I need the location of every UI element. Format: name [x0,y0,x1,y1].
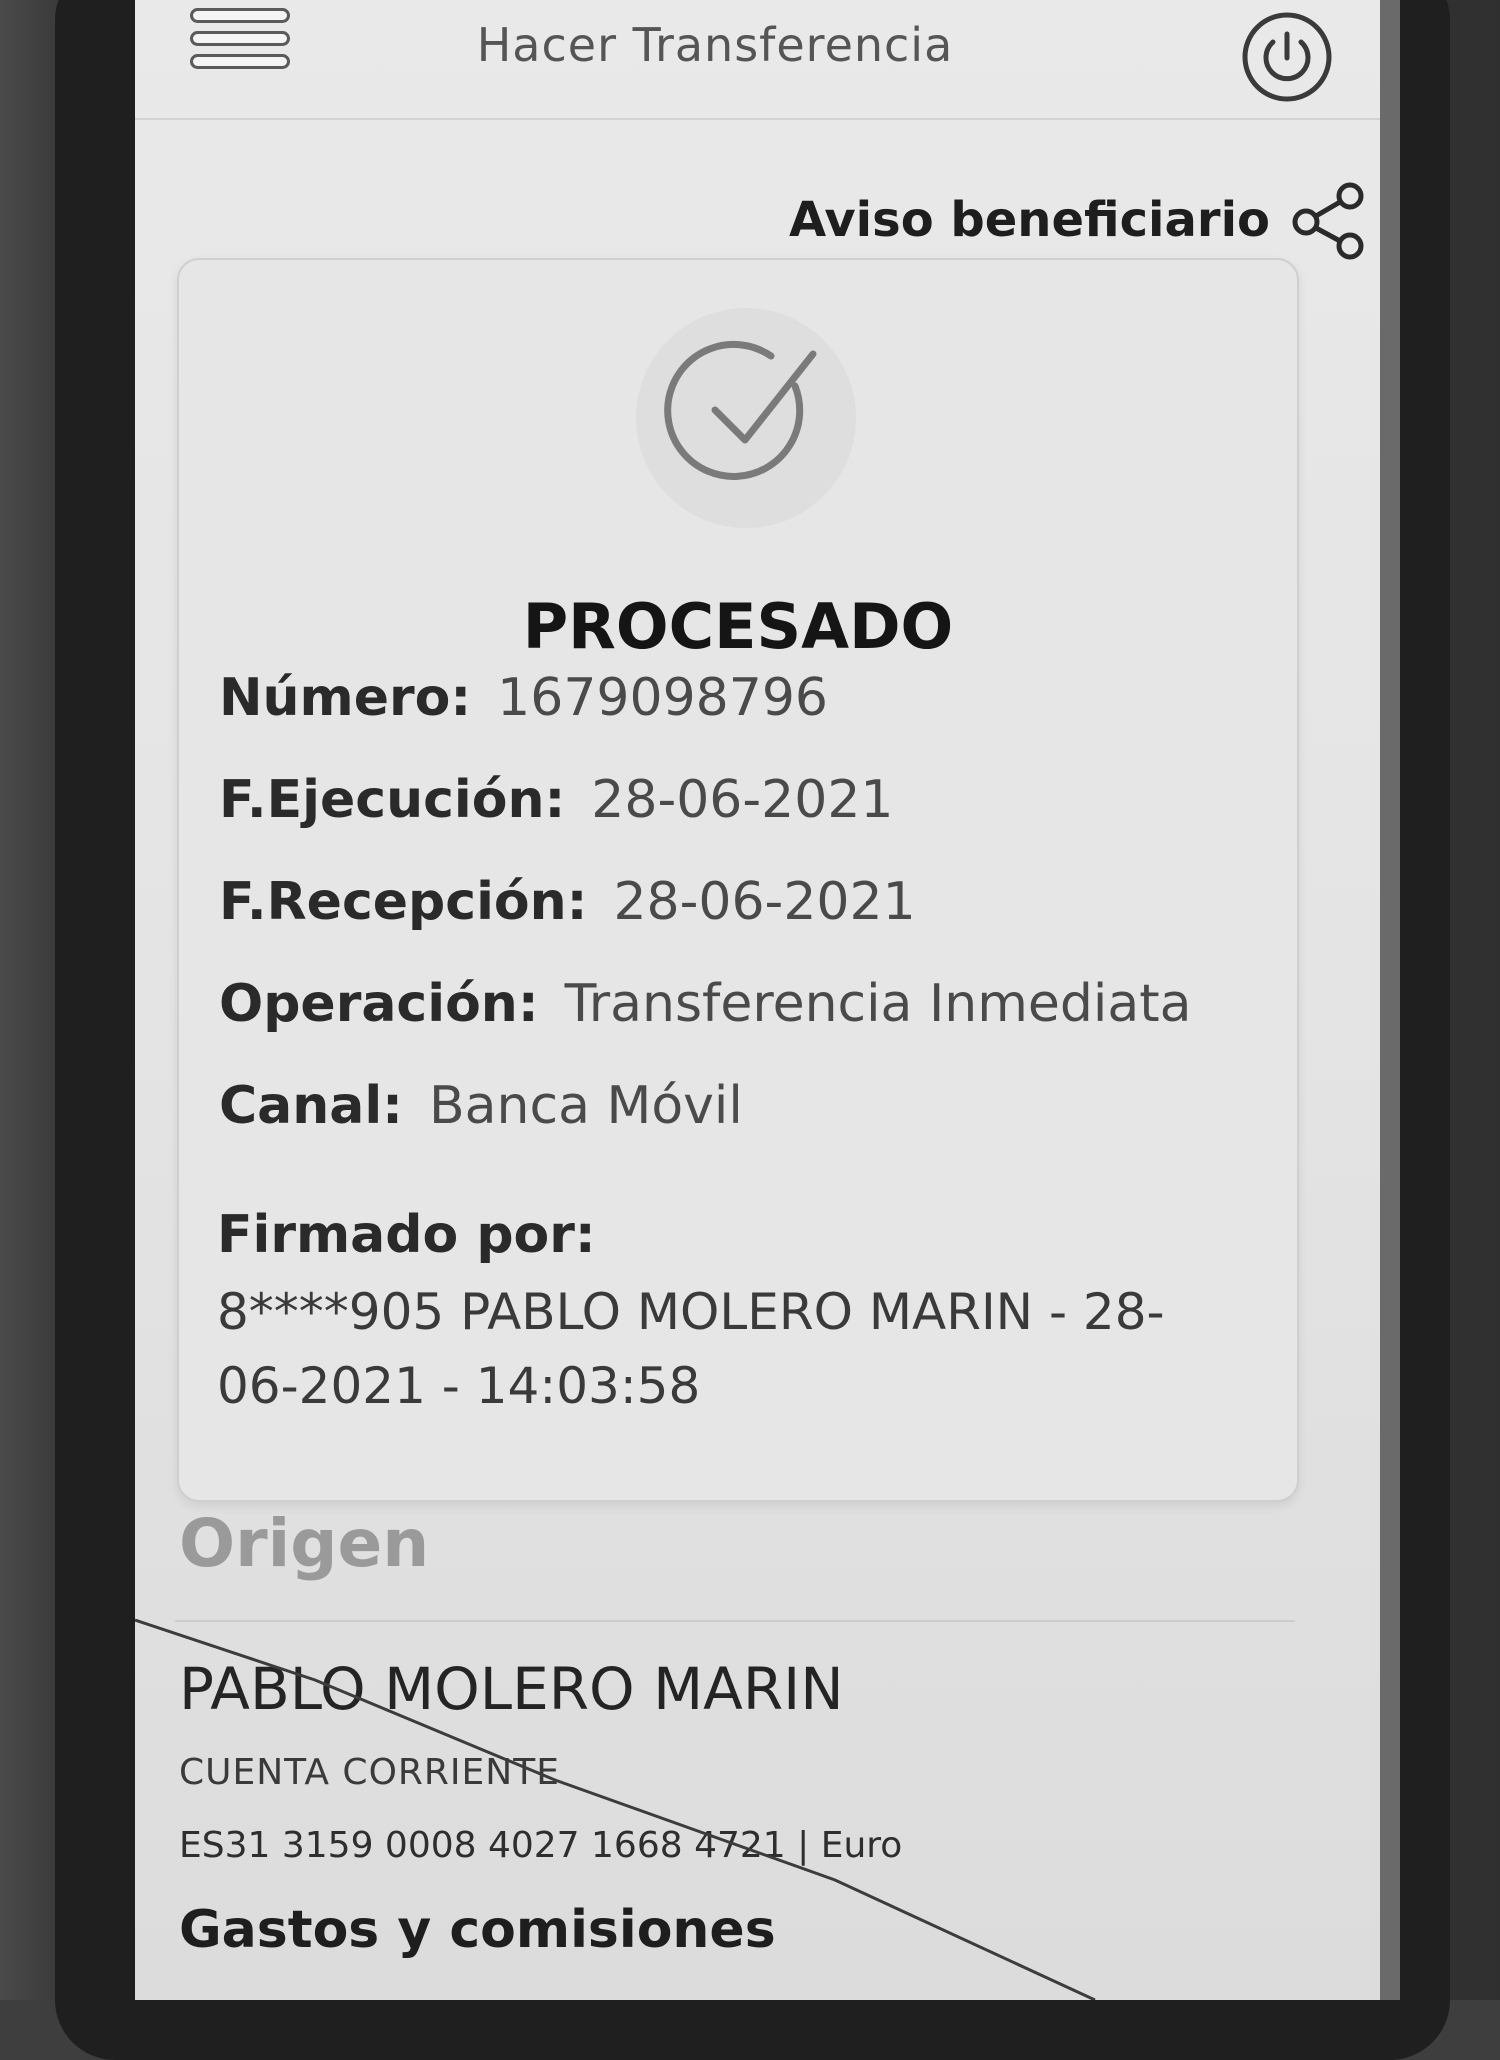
detail-row-number: Número: 1679098796 [219,668,828,728]
origin-section-title: Origen [179,1505,430,1582]
phone-edge [1380,0,1400,2000]
detail-label: F.Ejecución: [219,770,566,830]
page-title: Hacer Transferencia [476,18,954,72]
signed-by-value: 8****905 PABLO MOLERO MARIN - 28-06-2021… [217,1283,1165,1415]
signed-by-label: Firmado por: [217,1205,596,1265]
detail-value: Banca Móvil [428,1076,743,1136]
hamburger-menu-icon[interactable] [190,8,290,78]
detail-row-operation: Operación: Transferencia Inmediata [219,974,1191,1034]
origin-holder-name: PABLO MOLERO MARIN [179,1655,844,1723]
app-screen: Hacer Transferencia Aviso beneficiario P… [135,0,1380,2000]
detail-value: 28-06-2021 [591,770,894,830]
power-icon[interactable] [1240,10,1334,104]
detail-label: F.Recepción: [219,872,588,932]
check-circle-icon [664,340,817,480]
detail-value: 1679098796 [497,668,828,728]
detail-label: Canal: [219,1076,403,1136]
notify-beneficiary-button[interactable]: Aviso beneficiario [789,180,1370,260]
origin-account-type: CUENTA CORRIENTE [179,1752,560,1793]
receipt-card: PROCESADO Número: 1679098796 F.Ejecución:… [177,258,1299,1502]
share-icon [1292,180,1370,260]
status-icon-container [636,308,856,528]
section-divider [175,1620,1295,1622]
detail-label: Operación: [219,974,539,1034]
detail-row-reception-date: F.Recepción: 28-06-2021 [219,872,916,932]
top-bar: Hacer Transferencia [135,0,1380,120]
fees-section-title[interactable]: Gastos y comisiones [179,1900,776,1960]
origin-account-iban: ES31 3159 0008 4027 1668 4721 | Euro [179,1825,903,1866]
detail-value: 28-06-2021 [613,872,916,932]
detail-value: Transferencia Inmediata [564,974,1192,1034]
detail-row-channel: Canal: Banca Móvil [219,1076,743,1136]
detail-label: Número: [219,668,472,728]
notify-beneficiary-label: Aviso beneficiario [788,192,1270,248]
detail-row-execution-date: F.Ejecución: 28-06-2021 [219,770,893,830]
status-text: PROCESADO [522,590,954,663]
